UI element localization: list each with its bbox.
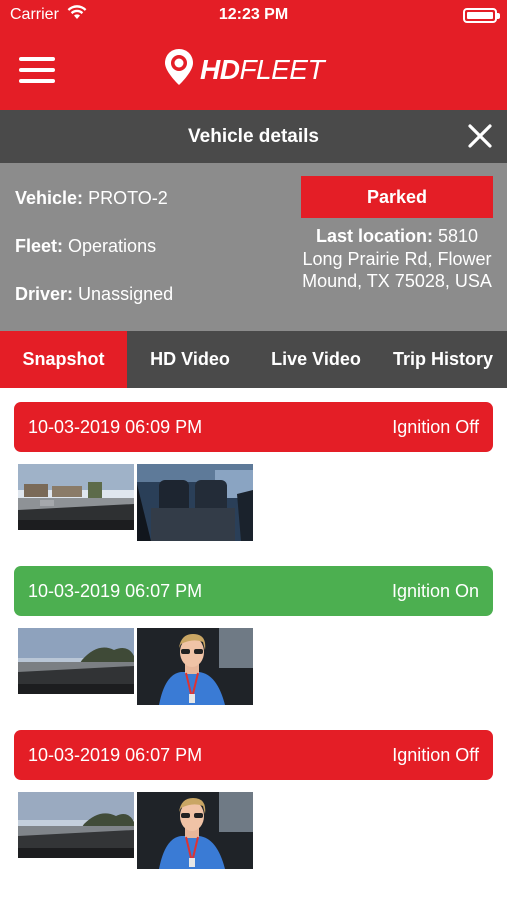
tab-live-video[interactable]: Live Video: [253, 331, 379, 388]
tab-hd-video[interactable]: HD Video: [127, 331, 253, 388]
fleet-value: Operations: [68, 236, 157, 256]
logo-text: HDFLEET: [200, 53, 325, 86]
road-camera-thumbnail[interactable]: [18, 792, 134, 858]
vehicle-details-bar: Vehicle details: [0, 110, 507, 163]
list-item: 10-03-2019 06:07 PM Ignition On: [0, 552, 507, 716]
hdfleet-logo: HDFLEET: [164, 48, 325, 91]
app-header: HDFLEET: [0, 30, 507, 110]
tab-snapshot[interactable]: Snapshot: [0, 331, 127, 388]
status-bar: Carrier 12:23 PM: [0, 0, 507, 30]
vehicle-label: Vehicle:: [15, 188, 84, 208]
road-camera-thumbnail[interactable]: [18, 628, 134, 694]
logo-text-thin: FLEET: [239, 53, 325, 85]
list-item: 10-03-2019 06:09 PM Ignition Off: [0, 388, 507, 552]
event-thumbnails: [18, 792, 253, 869]
event-thumbnails: [18, 628, 253, 705]
fleet-label: Fleet:: [15, 236, 64, 256]
tab-trip-history[interactable]: Trip History: [379, 331, 507, 388]
battery-level: [467, 11, 493, 19]
event-thumbnails: [18, 464, 253, 541]
map-pin-icon: [164, 48, 194, 91]
battery-icon: [463, 7, 500, 23]
driver-row: Driver: Unassigned: [15, 285, 173, 333]
event-status: Ignition On: [391, 580, 479, 601]
driver-value: Unassigned: [78, 284, 174, 304]
event-header[interactable]: 10-03-2019 06:07 PM Ignition Off: [14, 730, 493, 780]
carrier-label: Carrier: [10, 6, 59, 23]
page-title: Vehicle details: [188, 125, 319, 147]
vehicle-info-panel: Vehicle: PROTO-2 Fleet: Operations Drive…: [0, 163, 507, 331]
event-header[interactable]: 10-03-2019 06:09 PM Ignition Off: [14, 402, 493, 452]
list-item: 10-03-2019 06:07 PM Ignition Off: [0, 716, 507, 880]
event-status: Ignition Off: [392, 744, 479, 765]
road-camera-thumbnail[interactable]: [18, 464, 134, 530]
fleet-row: Fleet: Operations: [15, 237, 173, 285]
cabin-camera-thumbnail[interactable]: [137, 628, 253, 705]
last-location: Last location: 5810 Long Prairie Rd, Flo…: [302, 225, 492, 293]
wifi-icon: [67, 5, 87, 25]
event-status: Ignition Off: [392, 416, 479, 437]
vehicle-row: Vehicle: PROTO-2: [15, 189, 173, 237]
driver-label: Driver:: [15, 284, 74, 304]
status-left: Carrier: [10, 5, 87, 25]
cabin-camera-thumbnail[interactable]: [137, 792, 253, 869]
event-datetime: 10-03-2019 06:09 PM: [28, 416, 203, 437]
logo-text-bold: HD: [200, 53, 240, 85]
last-location-label: Last location:: [315, 226, 433, 246]
event-datetime: 10-03-2019 06:07 PM: [28, 580, 203, 601]
cabin-camera-thumbnail[interactable]: [137, 464, 253, 541]
event-datetime: 10-03-2019 06:07 PM: [28, 744, 203, 765]
vehicle-value: PROTO-2: [88, 188, 168, 208]
event-header[interactable]: 10-03-2019 06:07 PM Ignition On: [14, 566, 493, 616]
close-icon[interactable]: [467, 123, 493, 149]
snapshot-event-list: 10-03-2019 06:09 PM Ignition Off 10-03-2…: [0, 388, 507, 880]
status-badge: Parked: [301, 176, 493, 218]
hamburger-menu-icon[interactable]: [19, 57, 55, 83]
vehicle-info-list: Vehicle: PROTO-2 Fleet: Operations Drive…: [15, 189, 173, 333]
tab-bar: Snapshot HD Video Live Video Trip Histor…: [0, 331, 507, 388]
